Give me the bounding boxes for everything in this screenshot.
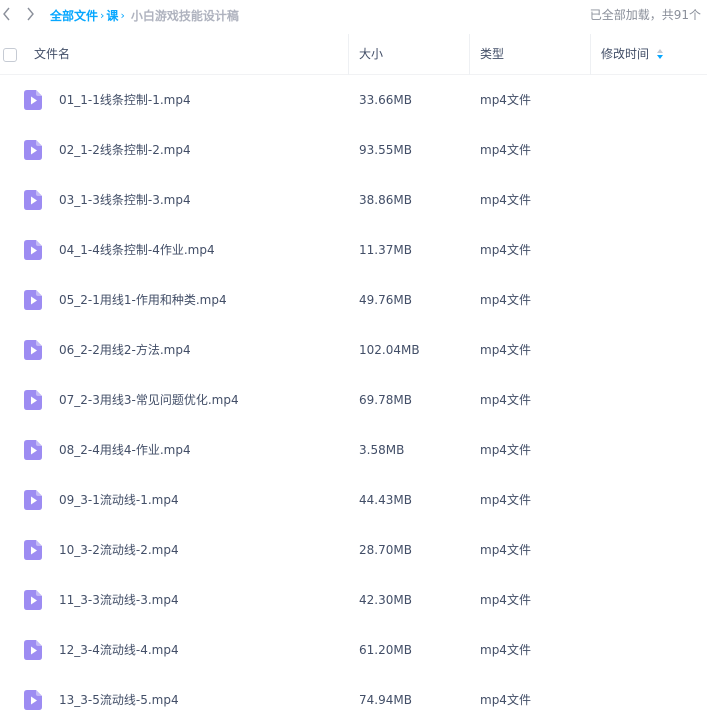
table-row[interactable]: 03_1-3线条控制-3.mp4 38.86MB mp4文件: [0, 175, 707, 225]
file-name[interactable]: 06_2-2用线2-方法.mp4: [59, 325, 191, 375]
breadcrumb-current: 小白游戏技能设计稿: [130, 8, 239, 23]
file-size: 44.43MB: [359, 493, 412, 507]
column-header-type[interactable]: 类型: [480, 34, 504, 75]
column-divider[interactable]: [348, 34, 349, 75]
file-name[interactable]: 02_1-2线条控制-2.mp4: [59, 125, 191, 175]
table-row[interactable]: 02_1-2线条控制-2.mp4 93.55MB mp4文件: [0, 125, 707, 175]
table-row[interactable]: 13_3-5流动线-5.mp4 74.94MB mp4文件: [0, 675, 707, 725]
file-name[interactable]: 01_1-1线条控制-1.mp4: [59, 75, 191, 125]
breadcrumb-separator: ›: [100, 8, 105, 22]
file-size: 28.70MB: [359, 543, 412, 557]
video-file-icon: [24, 290, 42, 310]
file-type: mp4文件: [480, 293, 531, 307]
file-name[interactable]: 03_1-3线条控制-3.mp4: [59, 175, 191, 225]
breadcrumb: 全部文件 › 课 › 小白游戏技能设计稿: [50, 0, 239, 30]
table-row[interactable]: 09_3-1流动线-1.mp4 44.43MB mp4文件: [0, 475, 707, 525]
file-size: 42.30MB: [359, 593, 412, 607]
column-header-modified[interactable]: 修改时间: [601, 34, 664, 75]
column-divider[interactable]: [590, 34, 591, 75]
file-size: 33.66MB: [359, 93, 412, 107]
file-size: 49.76MB: [359, 293, 412, 307]
file-type: mp4文件: [480, 93, 531, 107]
table-row[interactable]: 06_2-2用线2-方法.mp4 102.04MB mp4文件: [0, 325, 707, 375]
column-header-modified-label: 修改时间: [601, 47, 650, 61]
select-all-checkbox[interactable]: [3, 48, 17, 62]
file-size: 61.20MB: [359, 643, 412, 657]
breadcrumb-folder[interactable]: 课: [106, 7, 118, 24]
file-name[interactable]: 10_3-2流动线-2.mp4: [59, 525, 179, 575]
video-file-icon: [24, 240, 42, 260]
table-header: 文件名 大小 类型 修改时间: [0, 34, 707, 75]
video-file-icon: [24, 640, 42, 660]
file-type: mp4文件: [480, 693, 531, 707]
table-row[interactable]: 07_2-3用线3-常见问题优化.mp4 69.78MB mp4文件: [0, 375, 707, 425]
video-file-icon: [24, 540, 42, 560]
table-row[interactable]: 08_2-4用线4-作业.mp4 3.58MB mp4文件: [0, 425, 707, 475]
load-status: 已全部加载，共91个: [589, 8, 701, 22]
file-type: mp4文件: [480, 643, 531, 657]
video-file-icon: [24, 440, 42, 460]
file-size: 11.37MB: [359, 243, 412, 257]
file-name[interactable]: 09_3-1流动线-1.mp4: [59, 475, 179, 525]
file-type: mp4文件: [480, 143, 531, 157]
breadcrumb-root[interactable]: 全部文件: [50, 7, 98, 24]
file-name[interactable]: 05_2-1用线1-作用和种类.mp4: [59, 275, 227, 325]
file-type: mp4文件: [480, 593, 531, 607]
file-list: 01_1-1线条控制-1.mp4 33.66MB mp4文件 02_1-2线条控制-2…: [0, 75, 707, 725]
video-file-icon: [24, 590, 42, 610]
file-name[interactable]: 13_3-5流动线-5.mp4: [59, 675, 179, 725]
table-row[interactable]: 05_2-1用线1-作用和种类.mp4 49.76MB mp4文件: [0, 275, 707, 325]
video-file-icon: [24, 190, 42, 210]
file-name[interactable]: 07_2-3用线3-常见问题优化.mp4: [59, 375, 239, 425]
file-type: mp4文件: [480, 543, 531, 557]
file-name[interactable]: 08_2-4用线4-作业.mp4: [59, 425, 191, 475]
breadcrumb-separator: ›: [120, 8, 125, 22]
file-type: mp4文件: [480, 243, 531, 257]
file-size: 3.58MB: [359, 443, 405, 457]
file-name[interactable]: 12_3-4流动线-4.mp4: [59, 625, 179, 675]
file-size: 69.78MB: [359, 393, 412, 407]
file-type: mp4文件: [480, 393, 531, 407]
video-file-icon: [24, 340, 42, 360]
file-size: 38.86MB: [359, 193, 412, 207]
file-type: mp4文件: [480, 493, 531, 507]
file-name[interactable]: 11_3-3流动线-3.mp4: [59, 575, 179, 625]
file-type: mp4文件: [480, 193, 531, 207]
file-size: 93.55MB: [359, 143, 412, 157]
video-file-icon: [24, 490, 42, 510]
video-file-icon: [24, 90, 42, 110]
table-row[interactable]: 04_1-4线条控制-4作业.mp4 11.37MB mp4文件: [0, 225, 707, 275]
table-row[interactable]: 01_1-1线条控制-1.mp4 33.66MB mp4文件: [0, 75, 707, 125]
table-row[interactable]: 11_3-3流动线-3.mp4 42.30MB mp4文件: [0, 575, 707, 625]
back-arrow-icon[interactable]: [0, 4, 14, 24]
top-bar: 全部文件 › 课 › 小白游戏技能设计稿 已全部加载，共91个: [0, 0, 707, 30]
column-header-name[interactable]: 文件名: [34, 34, 70, 75]
video-file-icon: [24, 690, 42, 710]
column-divider[interactable]: [469, 34, 470, 75]
file-size: 74.94MB: [359, 693, 412, 707]
table-row[interactable]: 10_3-2流动线-2.mp4 28.70MB mp4文件: [0, 525, 707, 575]
video-file-icon: [24, 140, 42, 160]
column-header-size[interactable]: 大小: [359, 34, 383, 75]
video-file-icon: [24, 390, 42, 410]
file-type: mp4文件: [480, 343, 531, 357]
forward-arrow-icon[interactable]: [23, 4, 37, 24]
table-row[interactable]: 12_3-4流动线-4.mp4 61.20MB mp4文件: [0, 625, 707, 675]
file-type: mp4文件: [480, 443, 531, 457]
sort-icon[interactable]: [657, 48, 664, 59]
file-name[interactable]: 04_1-4线条控制-4作业.mp4: [59, 225, 215, 275]
file-size: 102.04MB: [359, 343, 420, 357]
